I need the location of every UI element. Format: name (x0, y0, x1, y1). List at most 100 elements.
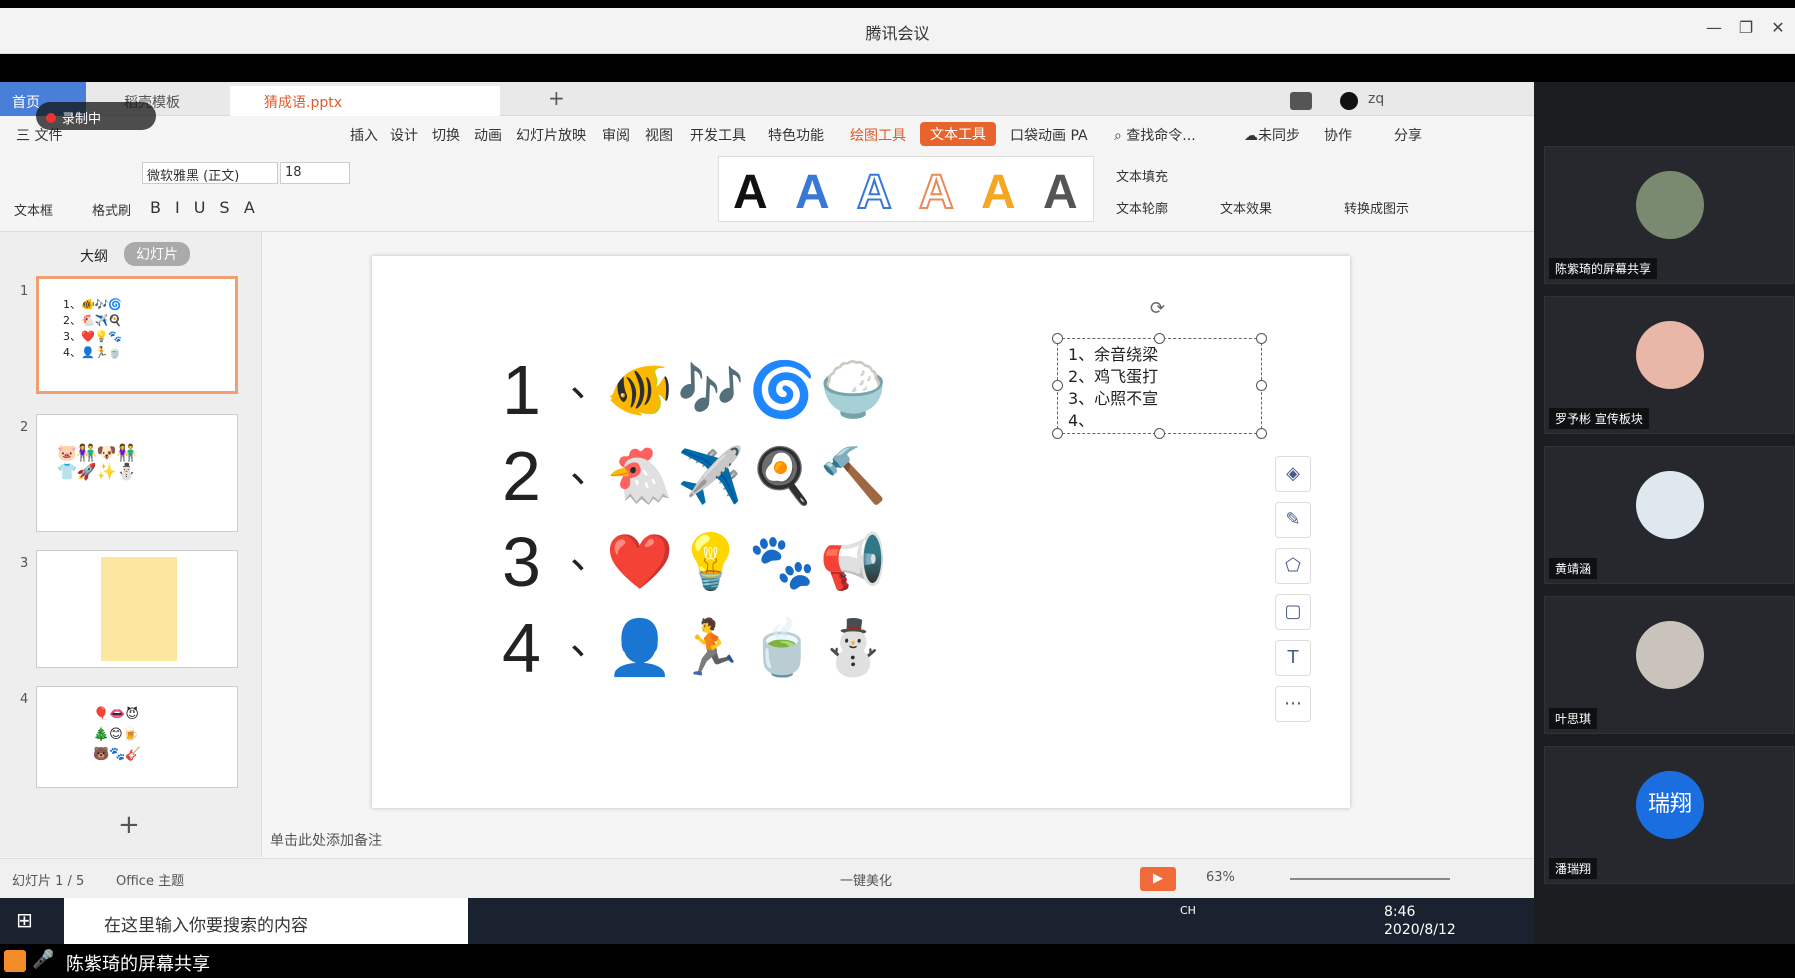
layers-icon[interactable]: ◈ (1275, 456, 1311, 492)
font-size-select[interactable]: 18 (280, 162, 350, 184)
user-avatar[interactable] (1340, 92, 1358, 110)
share-footer: 🎤 陈紫琦的屏幕共享 (0, 944, 1795, 978)
menu-transition[interactable]: 切换 (432, 125, 460, 145)
resize-handle[interactable] (1256, 333, 1267, 344)
sync-status[interactable]: ☁未同步 (1244, 125, 1300, 145)
menu-text-tools[interactable]: 文本工具 (920, 122, 996, 146)
slide-number: 3 (20, 556, 29, 571)
search-command[interactable]: ⌕ 查找命令... (1114, 125, 1196, 145)
sharer-name: 陈紫琦的屏幕共享 (66, 954, 210, 975)
answer-line: 3、心照不宣 (1068, 389, 1159, 408)
new-tab-button[interactable]: + (548, 86, 565, 110)
windows-taskbar: ⊞ 在这里输入你要搜索的内容 CH 8:46 2020/8/12 (0, 898, 1534, 944)
participant-tile[interactable]: 瑞翔 潘瑞翔 (1544, 746, 1794, 884)
shape-fill-icon[interactable]: ⬠ (1275, 548, 1311, 584)
restore-button[interactable]: ❐ (1732, 18, 1760, 37)
tab-slides[interactable]: 幻灯片 (124, 242, 190, 266)
meeting-titlebar: 腾讯会议 — ❐ ✕ (0, 8, 1795, 54)
textbox-button[interactable]: 文本框 (14, 200, 53, 219)
cloud-icon: ☁ (1244, 128, 1258, 144)
resize-handle[interactable] (1052, 380, 1063, 391)
slide-canvas[interactable]: 1 、🐠🎶🌀🍚 2 、🐔✈️🍳🔨 3 、❤️💡🐾📢 4 、👤🏃🍵⛄ 1、余音绕梁 2、鸡… (372, 256, 1350, 808)
style-blue-outline[interactable]: A (856, 165, 893, 221)
taskbar-search-input[interactable]: 在这里输入你要搜索的内容 (64, 898, 468, 944)
participant-tile[interactable]: 黄靖涵 (1544, 446, 1794, 584)
participant-tile[interactable]: 陈紫琦的屏幕共享 (1544, 146, 1794, 284)
input-language[interactable]: CH (1180, 904, 1196, 917)
font-select[interactable]: 微软雅黑 (正文) (142, 162, 278, 184)
style-black[interactable]: A (733, 165, 768, 221)
notes-placeholder[interactable]: 单击此处添加备注 (270, 830, 382, 850)
menu-devtools[interactable]: 开发工具 (690, 125, 746, 145)
emoji-clues: 🐠🎶🌀🍚 (606, 360, 891, 420)
menu-animation[interactable]: 动画 (474, 125, 502, 145)
menu-pocket-animation[interactable]: 口袋动画 PA (1010, 125, 1088, 145)
recording-indicator[interactable]: 录制中 (36, 102, 156, 130)
menu-design[interactable]: 设计 (390, 125, 418, 145)
pen-icon[interactable]: ✎ (1275, 502, 1311, 538)
mic-icon: 🎤 (32, 949, 55, 970)
resize-handle[interactable] (1052, 428, 1063, 439)
resize-handle[interactable] (1256, 428, 1267, 439)
style-orange[interactable]: A (981, 165, 1016, 221)
puzzle-row-4: 4 、👤🏃🍵⛄ (502, 608, 891, 688)
beautify-button[interactable]: 一键美化 (840, 870, 892, 889)
close-button[interactable]: ✕ (1764, 18, 1792, 37)
play-icon[interactable]: ▶ (1140, 867, 1176, 891)
user-name: zq (1368, 91, 1385, 107)
slide-thumb-3[interactable] (36, 550, 238, 668)
add-slide-button[interactable]: + (118, 810, 140, 840)
search-label: 查找命令... (1126, 128, 1196, 144)
menu-review[interactable]: 审阅 (602, 125, 630, 145)
frame-icon[interactable]: ▢ (1275, 594, 1311, 630)
puzzle-row-2: 2 、🐔✈️🍳🔨 (502, 436, 891, 516)
status-bar: 幻灯片 1 / 5 Office 主题 一键美化 ▶ 63% (0, 858, 1534, 898)
share-button[interactable]: 分享 (1394, 125, 1422, 145)
menu-slideshow[interactable]: 幻灯片放映 (516, 125, 586, 145)
tab-document[interactable]: 猜成语.pptx (230, 86, 500, 116)
menu-insert[interactable]: 插入 (350, 125, 378, 145)
slide-thumb-4[interactable]: 🎈👄😈 🎄😊🍺 🐻🐾🎸 (36, 686, 238, 788)
resize-handle[interactable] (1052, 333, 1063, 344)
row-number: 1 (502, 351, 541, 429)
answer-line: 2、鸡飞蛋打 (1068, 367, 1159, 386)
puzzle-row-1: 1 、🐠🎶🌀🍚 (502, 350, 891, 430)
menu-drawing-tools[interactable]: 绘图工具 (850, 125, 906, 145)
answer-line: 1、余音绕梁 (1068, 345, 1159, 364)
style-blue[interactable]: A (795, 165, 830, 221)
record-icon (46, 113, 56, 123)
resize-handle[interactable] (1154, 428, 1165, 439)
text-format-buttons[interactable]: BIUSA (150, 198, 269, 217)
theme-name: Office 主题 (116, 874, 185, 889)
text-outline-button[interactable]: 文本轮廓 (1116, 198, 1168, 217)
menu-features[interactable]: 特色功能 (768, 125, 824, 145)
resize-handle[interactable] (1154, 333, 1165, 344)
collab-button[interactable]: 协作 (1324, 125, 1352, 145)
participant-tile[interactable]: 叶思琪 (1544, 596, 1794, 734)
slide-thumb-2[interactable]: 🐷👫🐶👫 👕🚀✨⛄ (36, 414, 238, 532)
format-painter-button[interactable]: 格式刷 (92, 200, 131, 219)
slide-thumb-1[interactable]: 1、🐠🎶🌀 2、🐔✈️🍳 3、❤️💡🐾 4、👤🏃🍵 (36, 276, 238, 394)
ribbon: 文本框 格式刷 微软雅黑 (正文) 18 BIUSA A A A A A A 文… (0, 150, 1534, 232)
emoji-clues: ❤️💡🐾📢 (606, 532, 891, 592)
menu-view[interactable]: 视图 (645, 125, 673, 145)
text-convert-icon[interactable]: T (1275, 640, 1311, 676)
tab-outline[interactable]: 大纲 (80, 246, 108, 266)
zoom-level[interactable]: 63% (1206, 870, 1235, 885)
minimize-button[interactable]: — (1700, 18, 1728, 37)
zoom-slider[interactable] (1290, 878, 1450, 880)
answer-textbox[interactable]: 1、余音绕梁 2、鸡飞蛋打 3、心照不宣 4、 (1057, 338, 1262, 434)
resize-handle[interactable] (1256, 380, 1267, 391)
thumb-content: 🎈👄😈 🎄😊🍺 🐻🐾🎸 (93, 707, 142, 762)
row-separator: 、 (570, 361, 610, 405)
style-gray[interactable]: A (1043, 165, 1078, 221)
text-fill-button[interactable]: 文本填充 (1116, 166, 1168, 185)
more-icon[interactable]: ⋯ (1275, 686, 1311, 722)
text-effect-button[interactable]: 文本效果 (1220, 198, 1272, 217)
windows-start-icon[interactable]: ⊞ (16, 908, 33, 932)
style-orange-outline[interactable]: A (918, 165, 955, 221)
rotate-handle-icon[interactable]: ⟳ (1150, 298, 1165, 319)
menu-bar: 三 文件 插入 设计 切换 动画 幻灯片放映 审阅 视图 开发工具 特色功能 绘… (0, 116, 1534, 150)
participant-tile[interactable]: 罗予彬 宣传板块 (1544, 296, 1794, 434)
convert-diagram-button[interactable]: 转换成图示 (1344, 198, 1409, 217)
